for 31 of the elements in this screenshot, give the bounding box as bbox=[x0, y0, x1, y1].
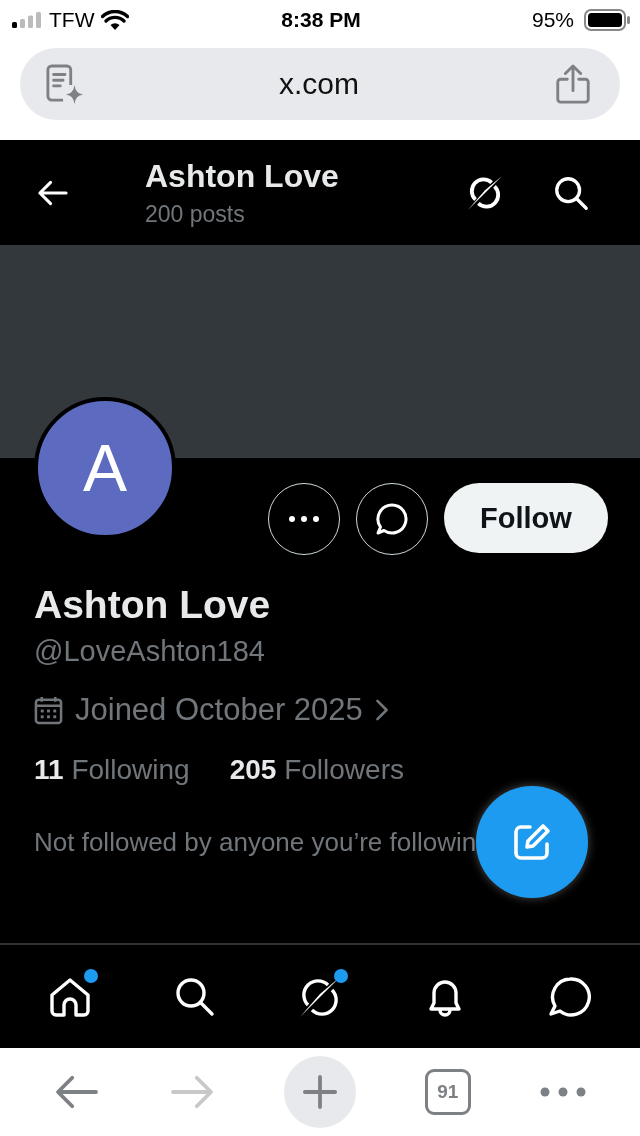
plus-icon bbox=[303, 1075, 337, 1109]
follow-button[interactable]: Follow bbox=[444, 483, 608, 553]
reader-sparkle-icon[interactable] bbox=[46, 64, 84, 104]
following-link[interactable]: 11 Following bbox=[34, 754, 190, 786]
joined-date: Joined October 2025 bbox=[75, 692, 363, 728]
calendar-icon bbox=[34, 695, 63, 725]
wifi-icon bbox=[101, 10, 130, 30]
followers-note: Not followed by anyone you’re followin bbox=[34, 826, 477, 858]
posts-count: 200 posts bbox=[145, 200, 246, 228]
url-text: x.com bbox=[279, 67, 359, 101]
compose-button[interactable] bbox=[476, 786, 589, 898]
back-arrow-icon[interactable] bbox=[37, 178, 68, 207]
user-handle: @LoveAshton184 bbox=[34, 635, 266, 668]
more-icon bbox=[289, 516, 319, 522]
battery-icon bbox=[584, 9, 630, 31]
chat-bubble-icon bbox=[375, 502, 409, 536]
chevron-right-icon[interactable] bbox=[374, 699, 389, 721]
compose-icon bbox=[512, 822, 553, 862]
more-icon[interactable] bbox=[539, 1087, 586, 1097]
signal-icon bbox=[12, 12, 42, 28]
followers-link[interactable]: 205 Followers bbox=[229, 754, 404, 786]
share-icon[interactable] bbox=[554, 64, 592, 104]
address-bar[interactable]: x.com bbox=[20, 48, 620, 120]
clock-time: 8:38 PM bbox=[281, 8, 361, 32]
notification-dot bbox=[334, 968, 348, 983]
display-name: Ashton Love bbox=[34, 583, 272, 627]
tabs-button[interactable]: 91 bbox=[424, 1069, 471, 1115]
carrier-name: TFW bbox=[49, 8, 95, 32]
notification-dot bbox=[84, 968, 99, 983]
header-title: Ashton Love bbox=[145, 157, 340, 195]
battery-percent: 95% bbox=[531, 8, 574, 32]
